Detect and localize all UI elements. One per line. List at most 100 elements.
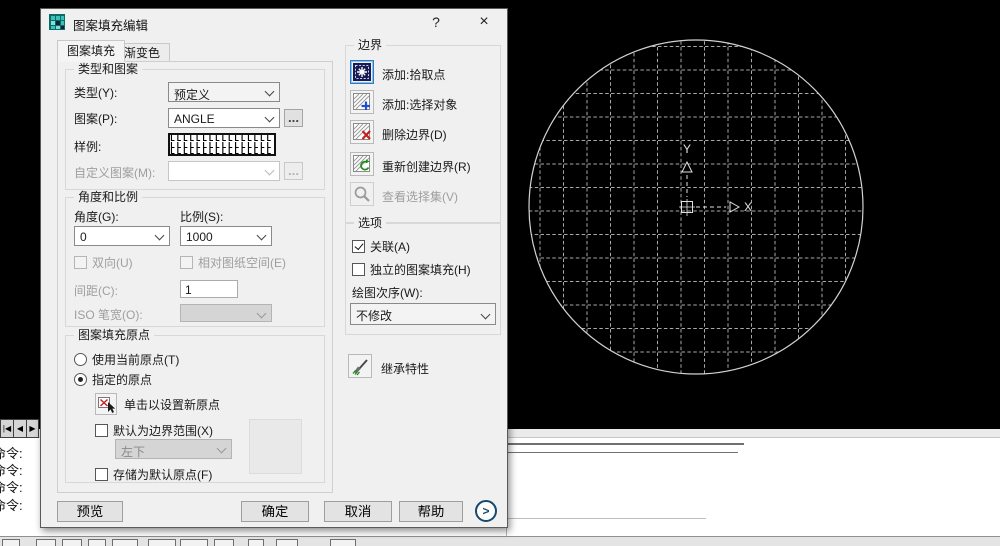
- type-select[interactable]: 预定义: [168, 82, 280, 102]
- statusbar-button[interactable]: [330, 539, 356, 546]
- group-label: 边界: [354, 38, 387, 52]
- pattern-sample-swatch[interactable]: LLLLLLLLLLLLLLLL LLLLLLLLLLLLLLLL LLLLLL…: [168, 133, 276, 156]
- store-default-checkbox[interactable]: [95, 468, 108, 481]
- iso-pen-width-select: [180, 304, 272, 322]
- statusbar-button[interactable]: [112, 539, 138, 546]
- chevron-down-icon: [480, 309, 491, 320]
- group-label: 图案填充原点: [74, 328, 155, 342]
- group-label: 角度和比例: [74, 190, 143, 204]
- inherit-properties-icon: [352, 359, 368, 376]
- relative-label: 相对图纸空间(E): [198, 256, 286, 270]
- x-axis-label: X: [744, 200, 752, 214]
- click-new-origin-label: 单击以设置新原点: [124, 398, 221, 412]
- default-extents-checkbox[interactable]: [95, 424, 108, 437]
- inherit-properties-button[interactable]: [348, 354, 372, 378]
- custom-pattern-browse-button: ...: [284, 162, 303, 180]
- pick-points-icon: [353, 63, 371, 81]
- chevron-down-icon: [154, 230, 165, 241]
- scroll-next-button[interactable]: ▶: [26, 419, 39, 438]
- specified-origin-label: 指定的原点: [92, 373, 153, 387]
- y-axis-label: Y: [683, 142, 691, 156]
- separate-hatches-checkbox[interactable]: [352, 263, 365, 276]
- associative-label: 关联(A): [370, 240, 410, 254]
- recreate-boundary-icon: [353, 155, 370, 172]
- pattern-label: 图案(P):: [74, 112, 118, 126]
- default-extents-label: 默认为边界范围(X): [113, 424, 213, 438]
- group-hatch-origin: 图案填充原点 使用当前原点(T) 指定的原点 单击以设置新原点 默认为边界范围(…: [65, 328, 325, 483]
- statusbar-button[interactable]: [180, 539, 208, 546]
- separate-hatches-label: 独立的图案填充(H): [370, 263, 471, 277]
- remove-boundaries-icon: [353, 123, 371, 140]
- recreate-boundary-label: 重新创建边界(R): [382, 160, 471, 174]
- statusbar-button[interactable]: [214, 539, 234, 546]
- recreate-boundary-button[interactable]: [350, 152, 374, 176]
- view-selections-label: 查看选择集(V): [382, 190, 458, 204]
- scale-select[interactable]: 1000: [180, 226, 272, 246]
- help-titlebar-button[interactable]: ?: [421, 12, 451, 32]
- hatch-edit-app-icon: [49, 14, 65, 30]
- statusbar-button[interactable]: [148, 539, 176, 546]
- hatch-edit-dialog: 图案填充编辑 ? × 图案填充 渐变色 类型和图案 类型(Y): 预定义 图案(…: [40, 8, 508, 528]
- view-selections-button: [350, 182, 374, 206]
- screen: Y X 命令: 命令: 命令: 命令: |◀ ◀ ▶: [0, 0, 1000, 546]
- remove-boundaries-label: 删除边界(D): [382, 128, 447, 142]
- chevron-down-icon: [216, 443, 227, 454]
- more-options-button[interactable]: >: [475, 500, 497, 522]
- add-select-objects-button[interactable]: [350, 90, 374, 114]
- default-extents-row: 默认为边界范围(X): [95, 422, 213, 439]
- group-angle-and-scale: 角度和比例 角度(G): 比例(S): 0 1000 双向(U) 相对图纸空间(…: [65, 190, 325, 327]
- ok-button[interactable]: 确定: [241, 501, 309, 522]
- scroll-first-button[interactable]: |◀: [0, 419, 13, 438]
- spacing-input[interactable]: 1: [180, 280, 238, 298]
- layout-tab-scroll: |◀ ◀ ▶: [0, 419, 39, 438]
- preview-button[interactable]: 预览: [57, 501, 123, 522]
- cancel-button[interactable]: 取消: [324, 501, 392, 522]
- statusbar-button[interactable]: [62, 539, 82, 546]
- store-default-row: 存储为默认原点(F): [95, 466, 212, 483]
- group-label: 类型和图案: [74, 62, 143, 76]
- group-options: 选项 关联(A) 独立的图案填充(H) 绘图次序(W): 不修改: [345, 216, 501, 335]
- use-current-origin-radio[interactable]: [74, 353, 87, 366]
- origin-preview-box: [249, 419, 302, 474]
- specified-origin-radio[interactable]: [74, 373, 87, 386]
- statusbar-button[interactable]: [2, 539, 20, 546]
- relative-checkbox: [180, 256, 193, 269]
- pattern-select[interactable]: ANGLE: [168, 108, 280, 128]
- group-label: 选项: [354, 216, 387, 230]
- dialog-titlebar: 图案填充编辑 ? ×: [41, 9, 507, 35]
- select-objects-icon: [353, 93, 370, 110]
- scroll-prev-button[interactable]: ◀: [13, 419, 26, 438]
- set-new-origin-button[interactable]: [95, 393, 117, 415]
- iso-pen-width-label: ISO 笔宽(O):: [74, 308, 143, 322]
- add-pick-points-label: 添加:拾取点: [382, 68, 446, 82]
- draw-order-select[interactable]: 不修改: [350, 303, 496, 325]
- separate-hatches-row: 独立的图案填充(H): [352, 261, 471, 278]
- statusbar-button[interactable]: [88, 539, 106, 546]
- angle-label: 角度(G):: [74, 210, 119, 224]
- custom-pattern-select: [168, 161, 280, 181]
- tab-hatch[interactable]: 图案填充: [57, 40, 126, 62]
- custom-pattern-label: 自定义图案(M):: [74, 166, 156, 180]
- statusbar-button[interactable]: [248, 539, 264, 546]
- remove-boundaries-button[interactable]: [350, 120, 374, 144]
- statusbar-button[interactable]: [276, 539, 298, 546]
- set-origin-icon: [98, 397, 116, 413]
- associative-row: 关联(A): [352, 238, 410, 255]
- double-checkbox: [74, 256, 87, 269]
- help-button[interactable]: 帮助: [399, 501, 463, 522]
- associative-checkbox[interactable]: [352, 240, 365, 253]
- dialog-title: 图案填充编辑: [73, 19, 149, 33]
- draw-order-label: 绘图次序(W):: [352, 286, 423, 300]
- add-pick-points-button[interactable]: [350, 60, 374, 84]
- angle-select[interactable]: 0: [74, 226, 170, 246]
- close-icon[interactable]: ×: [469, 12, 499, 32]
- magnifier-icon: [354, 186, 370, 202]
- group-boundaries: 边界 添加:拾取点 添加:选择对象 删除边界(D) 重新创建边界(R) 查看选择…: [345, 38, 501, 223]
- extents-corner-select: 左下: [115, 439, 232, 459]
- use-current-origin-row: 使用当前原点(T): [74, 351, 179, 368]
- statusbar-button[interactable]: [36, 539, 56, 546]
- double-label: 双向(U): [92, 256, 133, 270]
- pattern-browse-button[interactable]: ...: [284, 109, 303, 127]
- use-current-origin-label: 使用当前原点(T): [92, 353, 180, 367]
- scale-label: 比例(S):: [180, 210, 224, 224]
